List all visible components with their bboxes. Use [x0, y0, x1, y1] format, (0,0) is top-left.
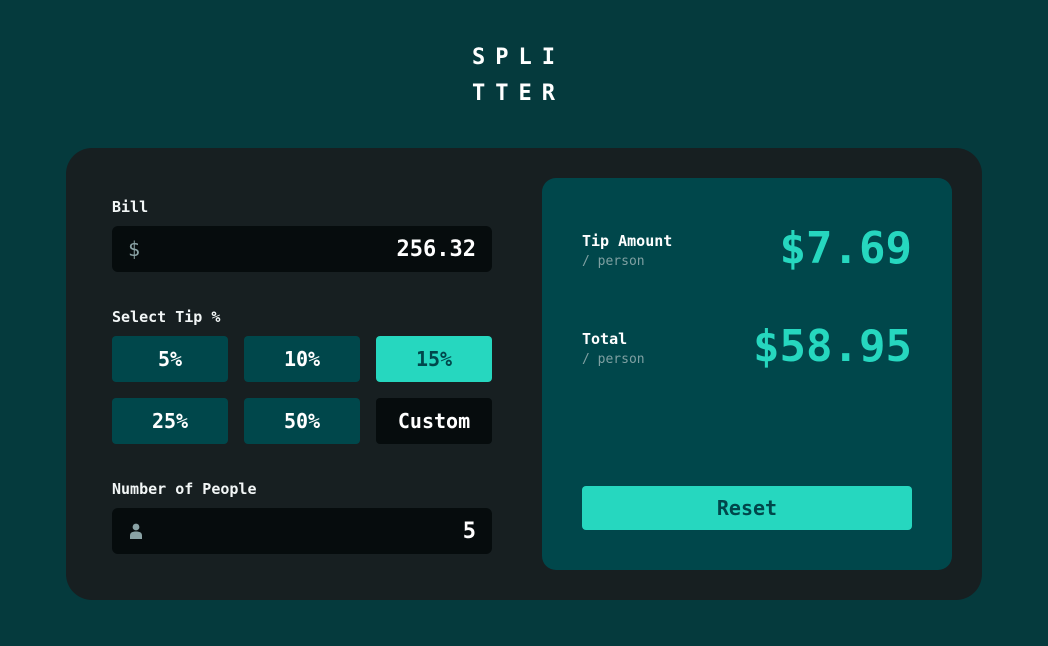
results-panel: Tip Amount / person $7.69 Total / person…	[542, 178, 952, 570]
calculator-card: Bill $ Select Tip % 5% 10% 15% 25% 50% C…	[66, 148, 982, 600]
custom-tip-input[interactable]: Custom	[376, 398, 492, 444]
tip-50-button[interactable]: 50%	[244, 398, 360, 444]
tip-amount-title: Tip Amount	[582, 232, 673, 250]
tip-amount-value: $7.69	[779, 223, 912, 274]
logo-line-2: TTER	[472, 81, 565, 106]
total-title: Total	[582, 330, 628, 348]
app-logo: SPLI TTER	[472, 40, 592, 112]
people-input[interactable]	[156, 508, 476, 554]
tip-25-button[interactable]: 25%	[112, 398, 228, 444]
total-subtitle: / person	[582, 352, 645, 367]
bill-field[interactable]: $	[112, 226, 492, 272]
tip-amount-subtitle: / person	[582, 254, 645, 269]
tip-amount-row: Tip Amount / person $7.69	[582, 223, 912, 292]
person-icon	[130, 523, 142, 539]
reset-button[interactable]: Reset	[582, 486, 912, 530]
tip-options: 5% 10% 15% 25% 50% Custom	[112, 336, 492, 444]
total-row: Total / person $58.95	[582, 321, 912, 390]
tip-label: Select Tip %	[112, 308, 221, 326]
bill-label: Bill	[112, 198, 149, 216]
tip-10-button[interactable]: 10%	[244, 336, 360, 382]
tip-15-button[interactable]: 15%	[376, 336, 492, 382]
dollar-icon: $	[128, 237, 141, 261]
logo-line-1: SPLI	[472, 45, 565, 70]
bill-input[interactable]	[156, 226, 476, 272]
people-field[interactable]	[112, 508, 492, 554]
total-value: $58.95	[753, 321, 912, 372]
people-label: Number of People	[112, 480, 257, 498]
tip-5-button[interactable]: 5%	[112, 336, 228, 382]
